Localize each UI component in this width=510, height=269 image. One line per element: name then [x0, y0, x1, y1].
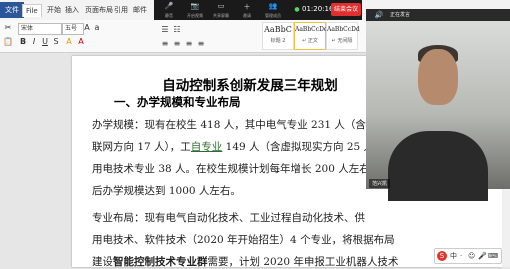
align-center-icon[interactable]: ≡	[172, 39, 182, 49]
video-feed	[366, 21, 510, 201]
italic-icon[interactable]: I	[29, 37, 39, 47]
tab-file[interactable]: 文件	[0, 2, 24, 18]
body-text: 需要，计划 2020 年申报工业机器人技术	[207, 256, 399, 268]
tab-file-active[interactable]: File	[22, 4, 42, 17]
bold-term: 智能控制技术专业群	[113, 256, 208, 268]
body-text: 联网方向 17 人），工	[92, 141, 191, 153]
tab-mailings[interactable]: 邮件	[130, 4, 150, 16]
body-line: 专业布局：现有电气自动化技术、工业过程自动化技术、供	[92, 210, 365, 225]
mute-mic-icon[interactable]: 🎤	[160, 2, 178, 10]
bold-icon[interactable]: B	[18, 37, 28, 47]
style-name: 标题 2	[270, 38, 286, 44]
sogou-logo-icon[interactable]: S	[437, 251, 447, 261]
recording-dot-icon: ●	[294, 6, 300, 13]
body-text: 用电技术、软件技术（2020 年开始招生）4 个专业，将根据布局	[92, 234, 395, 246]
end-meeting-button[interactable]: 结束会议	[331, 3, 361, 16]
style-name: ↵ 无间隔	[331, 38, 353, 44]
ime-punct[interactable]: ·	[460, 251, 462, 261]
members-label: 管理成员	[265, 13, 281, 18]
underlined-term: 自专业	[190, 141, 223, 153]
person-body	[388, 131, 488, 201]
style-sample: AaBbC	[264, 25, 292, 34]
tab-references[interactable]: 引用	[111, 4, 131, 16]
style-sample: AaBbCcDd	[295, 26, 328, 33]
bullets-icon[interactable]: ☰	[160, 25, 170, 35]
font-size-select[interactable]: 五号	[62, 23, 84, 35]
align-left-icon[interactable]: ≡	[160, 39, 170, 49]
keyboard-icon[interactable]: ⌨	[488, 251, 498, 261]
style-normal[interactable]: AaBbCcDd ↵ 正文	[294, 22, 328, 50]
body-line: 办学规模：现有在校生 418 人，其中电气专业 231 人（含物	[92, 117, 376, 132]
meeting-timer: 01:20:16	[302, 5, 334, 13]
body-text: 专业布局：现有电气自动化技术、工业过程自动化技术、供	[92, 212, 365, 224]
person-face	[418, 49, 458, 105]
body-line: 后办学规模达到 1000 人左右。	[92, 183, 241, 198]
participant-name: 范兴凯	[369, 179, 391, 188]
highlight-icon[interactable]: A	[64, 37, 74, 47]
video-header: 正在发言	[366, 9, 510, 21]
body-line: 联网方向 17 人），工自专业 149 人（含虚拟现实方向 25 人），供	[92, 139, 400, 154]
video-tile[interactable]: 正在发言 🔊 范兴凯	[366, 9, 510, 201]
section-heading: 一、办学规模和专业布局	[114, 95, 241, 109]
tab-insert[interactable]: 插入	[62, 4, 82, 16]
ime-mode[interactable]: 中	[450, 251, 457, 261]
grow-font-icon[interactable]: A	[82, 23, 92, 33]
style-name: ↵ 正文	[302, 38, 318, 44]
strikethrough-icon[interactable]: S	[51, 37, 61, 47]
cut-icon[interactable]: ✂	[3, 23, 13, 33]
shrink-font-icon[interactable]: a	[92, 23, 102, 33]
body-text: 用电技术专业 38 人。在校生规模计划每年增长 200 人左右，三年	[92, 163, 402, 175]
share-screen-icon[interactable]: ▭	[212, 2, 230, 10]
style-heading2[interactable]: AaBbC 标题 2	[262, 22, 294, 50]
ime-toolbar[interactable]: S 中 · ☺ 🎤 ⌨	[434, 248, 502, 264]
speaker-icon: 🔊	[374, 11, 384, 19]
underline-icon[interactable]: U	[40, 37, 50, 47]
video-camera-icon[interactable]: 📷	[186, 2, 204, 10]
meeting-toolbar: 🎤 📷 ▭ ＋ 👥 静音 开启视频 共享屏幕 邀请 管理成员 ● 01:20:1…	[154, 0, 362, 20]
members-icon[interactable]: 👥	[264, 2, 282, 10]
body-text: 后办学规模达到 1000 人左右。	[92, 185, 241, 197]
emoji-icon[interactable]: ☺	[468, 251, 475, 261]
justify-icon[interactable]: ≡	[196, 39, 206, 49]
body-line: 用电技术专业 38 人。在校生规模计划每年增长 200 人左右，三年	[92, 161, 401, 176]
numbering-icon[interactable]: ☷	[172, 25, 182, 35]
style-sample: AaBbCcDd	[327, 26, 360, 33]
body-text: 办学规模：现有在校生 418 人，其中电气专业 231 人（含物	[92, 119, 377, 131]
align-right-icon[interactable]: ≡	[184, 39, 194, 49]
body-line: 用电技术、软件技术（2020 年开始招生）4 个专业，将根据布局	[92, 232, 395, 247]
body-text: 建设	[92, 256, 113, 268]
voice-icon[interactable]: 🎤	[478, 251, 487, 261]
invite-icon[interactable]: ＋	[238, 2, 256, 12]
style-no-spacing[interactable]: AaBbCcDd ↵ 无间隔	[326, 22, 360, 50]
font-name-select[interactable]: 宋体	[18, 23, 62, 35]
tab-home[interactable]: 开始	[44, 4, 64, 16]
font-color-icon[interactable]: A	[76, 37, 86, 47]
paste-icon[interactable]: 📋	[3, 37, 13, 47]
